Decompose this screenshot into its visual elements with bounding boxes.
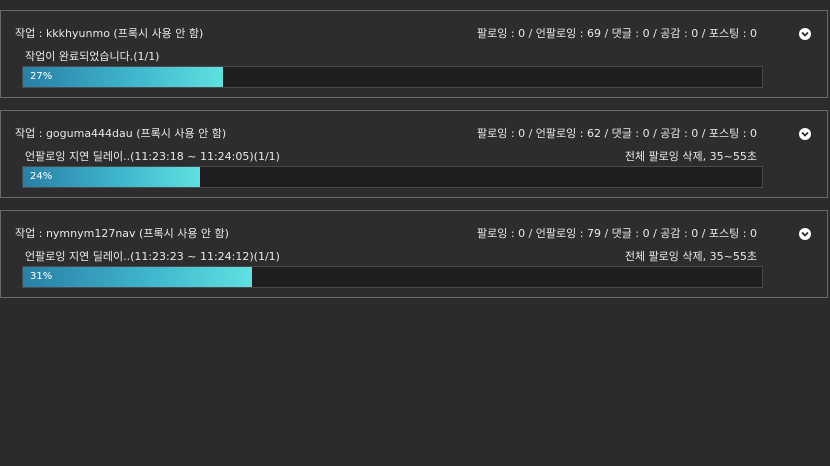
task-stats: 팔로잉 : 0 / 언팔로잉 : 69 / 댓글 : 0 / 공감 : 0 / … <box>477 27 757 40</box>
progress-bar: 27% <box>22 66 763 88</box>
progress-fill <box>23 267 253 287</box>
task-note: 전체 팔로잉 삭제, 35~55초 <box>624 250 757 263</box>
task-status: 작업이 완료되었습니다.(1/1) <box>25 50 160 63</box>
task-status: 언팔로잉 지연 딜레이..(11:23:18 ~ 11:24:05)(1/1) <box>25 150 280 163</box>
task-title: 작업 : goguma444dau (프록시 사용 안 함) <box>15 127 227 140</box>
progress-label: 27% <box>30 71 53 82</box>
task-stats: 팔로잉 : 0 / 언팔로잉 : 62 / 댓글 : 0 / 공감 : 0 / … <box>477 127 757 140</box>
chevron-down-icon[interactable] <box>799 228 811 240</box>
task-stats: 팔로잉 : 0 / 언팔로잉 : 79 / 댓글 : 0 / 공감 : 0 / … <box>477 227 757 240</box>
task-title: 작업 : nymnym127nav (프록시 사용 안 함) <box>15 227 229 240</box>
task-panel-2: 작업 : goguma444dau (프록시 사용 안 함) 팔로잉 : 0 /… <box>0 110 828 198</box>
progress-bar: 24% <box>22 166 763 188</box>
task-panel-3: 작업 : nymnym127nav (프록시 사용 안 함) 팔로잉 : 0 /… <box>0 210 828 298</box>
chevron-down-icon[interactable] <box>799 128 811 140</box>
progress-bar: 31% <box>22 266 763 288</box>
progress-fill <box>23 67 223 87</box>
chevron-down-icon[interactable] <box>799 28 811 40</box>
progress-label: 24% <box>30 171 53 182</box>
task-note: 전체 팔로잉 삭제, 35~55초 <box>624 150 757 163</box>
task-panel-1: 작업 : kkkhyunmo (프록시 사용 안 함) 팔로잉 : 0 / 언팔… <box>0 10 828 98</box>
task-title: 작업 : kkkhyunmo (프록시 사용 안 함) <box>15 27 204 40</box>
task-status: 언팔로잉 지연 딜레이..(11:23:23 ~ 11:24:12)(1/1) <box>25 250 280 263</box>
progress-label: 31% <box>30 271 53 282</box>
